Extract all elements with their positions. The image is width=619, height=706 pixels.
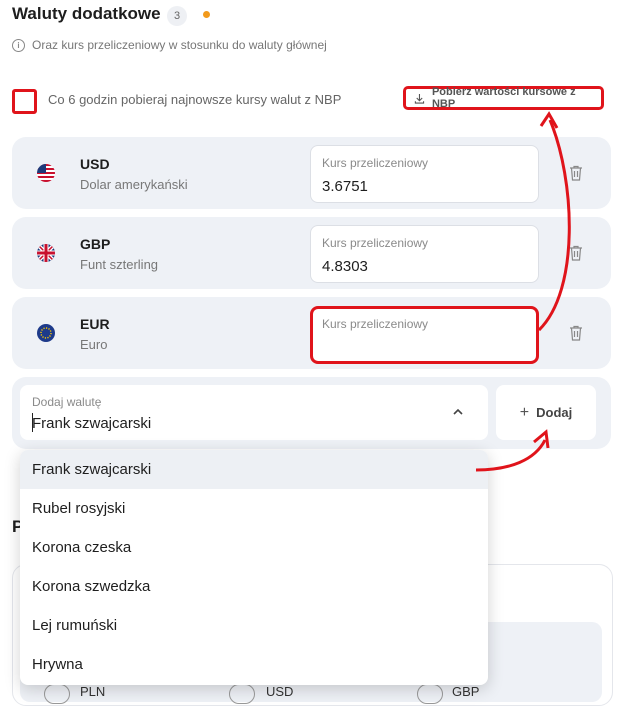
section-title: Waluty dodatkowe: [12, 4, 161, 23]
rate-value: 4.8303: [322, 258, 368, 275]
section-subtitle: Oraz kurs przeliczeniowy w stosunku do w…: [32, 38, 327, 52]
select-value: Frank szwajcarski: [32, 415, 152, 432]
plus-icon: +: [519, 403, 530, 421]
currency-name: Dolar amerykański: [80, 177, 188, 192]
auto-fetch-label: Co 6 godzin pobieraj najnowsze kursy wal…: [48, 92, 342, 107]
dropdown-option[interactable]: Rubel rosyjski: [20, 489, 488, 528]
uk-flag-icon: [37, 244, 55, 262]
rate-label: Kurs przeliczeniowy: [322, 317, 429, 331]
dropdown-option[interactable]: Hrywna: [20, 645, 488, 684]
dropdown-option[interactable]: Korona czeska: [20, 528, 488, 567]
count-badge: 3: [167, 6, 187, 26]
currency-name: Euro: [80, 337, 108, 352]
radio-icon[interactable]: [417, 684, 443, 704]
currency-code: GBP: [80, 236, 111, 252]
rate-value: 3.6751: [322, 178, 368, 195]
rate-input-eur[interactable]: Kurs przeliczeniowy: [310, 306, 539, 364]
radio-icon[interactable]: [229, 684, 255, 704]
trash-icon[interactable]: [569, 245, 583, 261]
rate-label: Kurs przeliczeniowy: [322, 156, 429, 170]
dropdown-option[interactable]: Korona szwedzka: [20, 567, 488, 606]
us-flag-icon: [37, 164, 55, 182]
currency-code: EUR: [80, 316, 110, 332]
radio-icon[interactable]: [44, 684, 70, 704]
auto-fetch-checkbox[interactable]: [12, 89, 37, 114]
rate-input-gbp[interactable]: Kurs przeliczeniowy 4.8303: [310, 225, 539, 283]
currency-dropdown: Frank szwajcarski Rubel rosyjski Korona …: [20, 450, 488, 685]
currency-select[interactable]: Dodaj walutę Frank szwajcarski: [20, 385, 488, 440]
fetch-rates-label: Pobierz wartości kursowe z NBP: [431, 86, 576, 110]
dropdown-option[interactable]: Lej rumuński: [20, 606, 488, 645]
chevron-up-icon[interactable]: [452, 407, 464, 417]
currency-code: USD: [80, 156, 110, 172]
eu-flag-icon: [37, 324, 55, 342]
rate-input-usd[interactable]: Kurs przeliczeniowy 3.6751: [310, 145, 539, 203]
download-icon: [414, 93, 425, 104]
fetch-rates-button[interactable]: Pobierz wartości kursowe z NBP: [403, 86, 604, 110]
info-icon: i: [12, 39, 25, 52]
currency-name: Funt szterling: [80, 257, 159, 272]
rate-label: Kurs przeliczeniowy: [322, 236, 429, 250]
add-button-label: Dodaj: [536, 405, 573, 420]
trash-icon[interactable]: [569, 325, 583, 341]
dropdown-option[interactable]: Frank szwajcarski: [20, 450, 488, 489]
trash-icon[interactable]: [569, 165, 583, 181]
add-currency-button[interactable]: + Dodaj: [496, 385, 596, 440]
status-dot: [203, 11, 210, 18]
select-label: Dodaj walutę: [32, 395, 102, 409]
